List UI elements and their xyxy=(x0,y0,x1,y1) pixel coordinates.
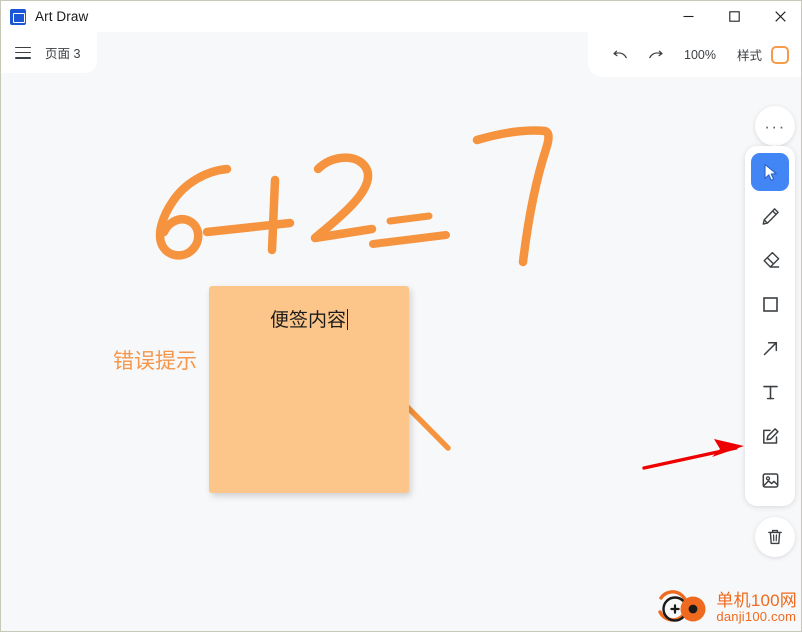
redo-button[interactable] xyxy=(639,39,671,71)
hamburger-menu-icon[interactable] xyxy=(15,46,31,59)
app-title: Art Draw xyxy=(35,9,89,24)
drawing-canvas[interactable]: 错误提示 便签内容 ··· 单机100网 danji100.com xyxy=(1,77,801,631)
trash-icon xyxy=(768,529,782,545)
tool-palette xyxy=(745,146,795,506)
close-icon xyxy=(774,11,786,22)
delete-button[interactable] xyxy=(755,517,795,557)
square-icon xyxy=(762,296,778,312)
redo-arrow-icon xyxy=(648,50,663,59)
maximize-icon xyxy=(728,11,740,22)
app-icon xyxy=(10,8,26,25)
minimize-button[interactable] xyxy=(665,1,711,32)
note-tool[interactable] xyxy=(751,417,789,455)
text-t-icon xyxy=(762,385,778,399)
zoom-level-label[interactable]: 100% xyxy=(676,48,724,62)
arrow-up-right-icon xyxy=(763,341,777,355)
watermark-en: danji100.com xyxy=(716,609,797,625)
art-draw-window: Art Draw 页面 3 100% 样式 错误提示 便签内容 ··· 单机10… xyxy=(0,0,802,632)
page-tab[interactable]: 页面 3 xyxy=(1,32,97,73)
text-tool[interactable] xyxy=(751,373,789,411)
more-options-button[interactable]: ··· xyxy=(755,106,795,146)
pencil-tool[interactable] xyxy=(751,197,789,235)
style-color-swatch[interactable] xyxy=(771,45,789,64)
select-tool[interactable] xyxy=(751,153,789,191)
undo-arrow-icon xyxy=(612,50,627,59)
style-label[interactable]: 样式 xyxy=(727,45,768,64)
image-tool[interactable] xyxy=(751,461,789,499)
watermark: 单机100网 danji100.com xyxy=(655,588,797,628)
note-pencil-icon xyxy=(762,427,779,444)
watermark-logo-icon xyxy=(658,590,706,622)
minimize-icon xyxy=(683,15,693,18)
eraser-icon xyxy=(763,251,779,268)
watermark-cn: 单机100网 xyxy=(716,590,797,610)
close-button[interactable] xyxy=(757,1,801,32)
watermark-text: 单机100网 danji100.com xyxy=(716,590,797,625)
rectangle-tool[interactable] xyxy=(751,285,789,323)
title-bar: Art Draw xyxy=(1,1,801,32)
undo-button[interactable] xyxy=(604,39,636,71)
arrow-tool[interactable] xyxy=(751,329,789,367)
page-tab-label: 页面 3 xyxy=(45,47,81,61)
annotation-layer xyxy=(642,439,744,470)
eraser-tool[interactable] xyxy=(751,241,789,279)
image-icon xyxy=(762,472,778,488)
header-toolbar: 100% 样式 xyxy=(588,32,801,77)
window-controls xyxy=(665,1,801,32)
red-annotation-arrow xyxy=(642,439,744,470)
pencil-icon xyxy=(762,207,779,225)
maximize-button[interactable] xyxy=(711,1,757,32)
cursor-arrow-icon xyxy=(763,163,777,181)
